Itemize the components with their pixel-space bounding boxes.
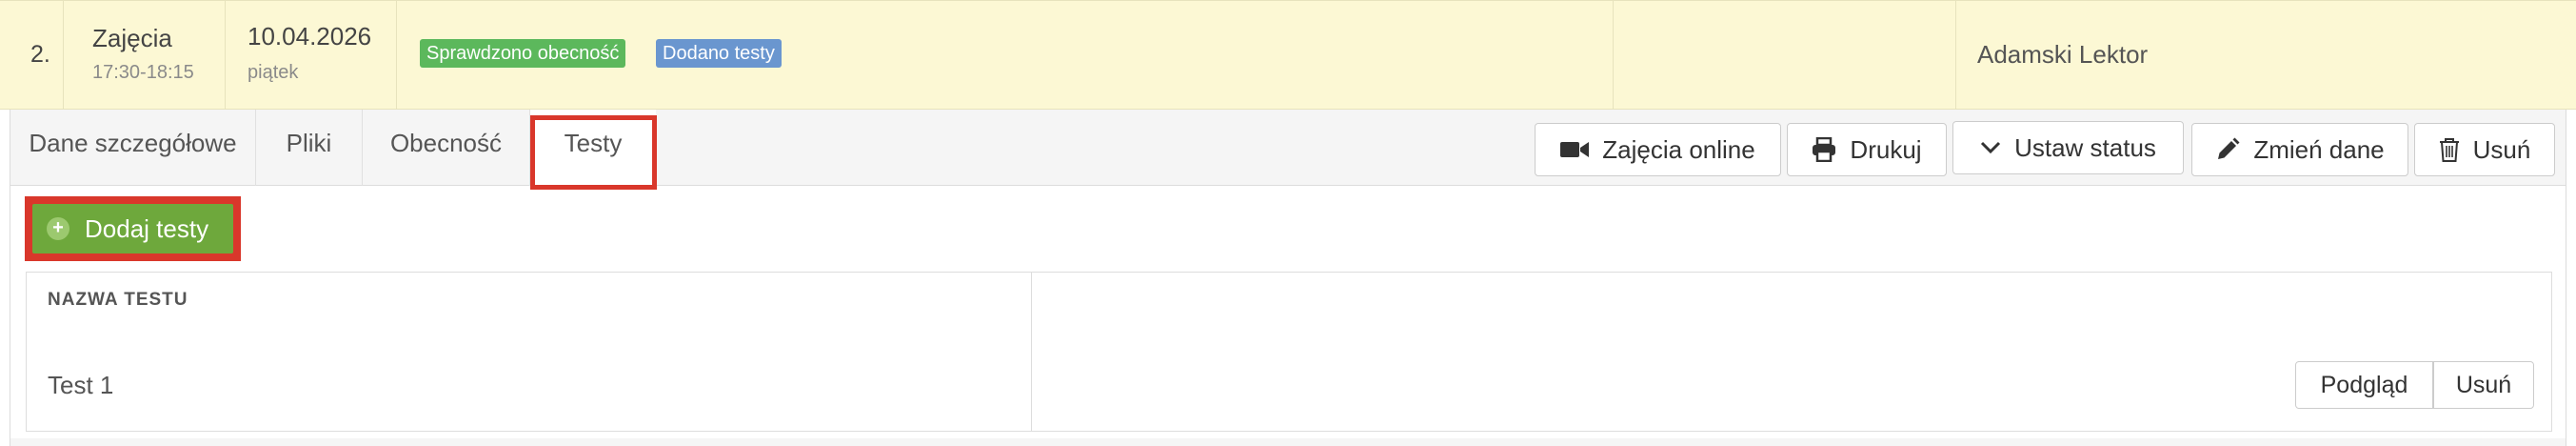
lesson-type-cell: Zajęcia 17:30-18:15 (64, 1, 226, 110)
delete-label: Usuń (2472, 134, 2531, 164)
lesson-teacher-cell: Adamski Lektor (1956, 1, 2576, 110)
preview-test-button[interactable]: Podgląd (2295, 361, 2433, 409)
lesson-empty-cell (1614, 1, 1956, 110)
add-tests-button[interactable]: + Dodaj testy (32, 204, 233, 253)
teacher-name: Adamski Lektor (1977, 40, 2149, 69)
lesson-weekday: piątek (248, 62, 299, 83)
tests-added-badge: Dodano testy (656, 39, 782, 68)
tests-table: NAZWA TESTU Test 1 Podgląd Usuń (26, 272, 2552, 432)
printer-icon (1813, 137, 1836, 162)
tab-files[interactable]: Pliki (256, 110, 363, 186)
attendance-checked-badge: Sprawdzono obecność (420, 39, 626, 68)
lesson-time: 17:30-18:15 (92, 62, 194, 83)
tab-attendance[interactable]: Obecność (363, 110, 530, 186)
test-name-column-header: NAZWA TESTU (48, 290, 188, 310)
edit-label: Zmień dane (2253, 134, 2385, 164)
pencil-icon (2218, 137, 2240, 159)
lesson-number-cell: 2. (0, 1, 64, 110)
set-status-label: Ustaw status (2014, 132, 2156, 162)
edit-button[interactable]: Zmień dane (2191, 123, 2408, 176)
tab-tests[interactable]: Testy (530, 110, 656, 187)
online-class-button[interactable]: Zajęcia online (1535, 123, 1781, 176)
video-camera-icon (1560, 142, 1590, 157)
add-tests-label: Dodaj testy (85, 213, 209, 243)
delete-button[interactable]: Usuń (2414, 123, 2555, 176)
lesson-status-cell: Sprawdzono obecność Dodano testy (397, 1, 1614, 110)
lesson-type: Zajęcia (92, 24, 172, 52)
online-class-label: Zajęcia online (1602, 134, 1755, 164)
lesson-date: 10.04.2026 (248, 22, 372, 51)
print-button[interactable]: Drukuj (1787, 123, 1947, 176)
set-status-dropdown[interactable]: Ustaw status (1952, 121, 2184, 174)
lesson-row[interactable]: 2. Zajęcia 17:30-18:15 10.04.2026 piątek… (0, 0, 2576, 110)
remove-test-button[interactable]: Usuń (2433, 361, 2534, 409)
lesson-number: 2. (30, 41, 50, 68)
test-name: Test 1 (48, 371, 114, 399)
table-column-divider (1031, 273, 1032, 431)
trash-icon (2439, 138, 2459, 162)
lesson-date-cell: 10.04.2026 piątek (226, 1, 397, 110)
plus-circle-icon: + (47, 217, 69, 240)
chevron-down-icon (1981, 141, 2001, 154)
print-label: Drukuj (1850, 134, 1922, 164)
panel-bottom (10, 438, 2566, 446)
tab-details[interactable]: Dane szczegółowe (10, 110, 256, 186)
